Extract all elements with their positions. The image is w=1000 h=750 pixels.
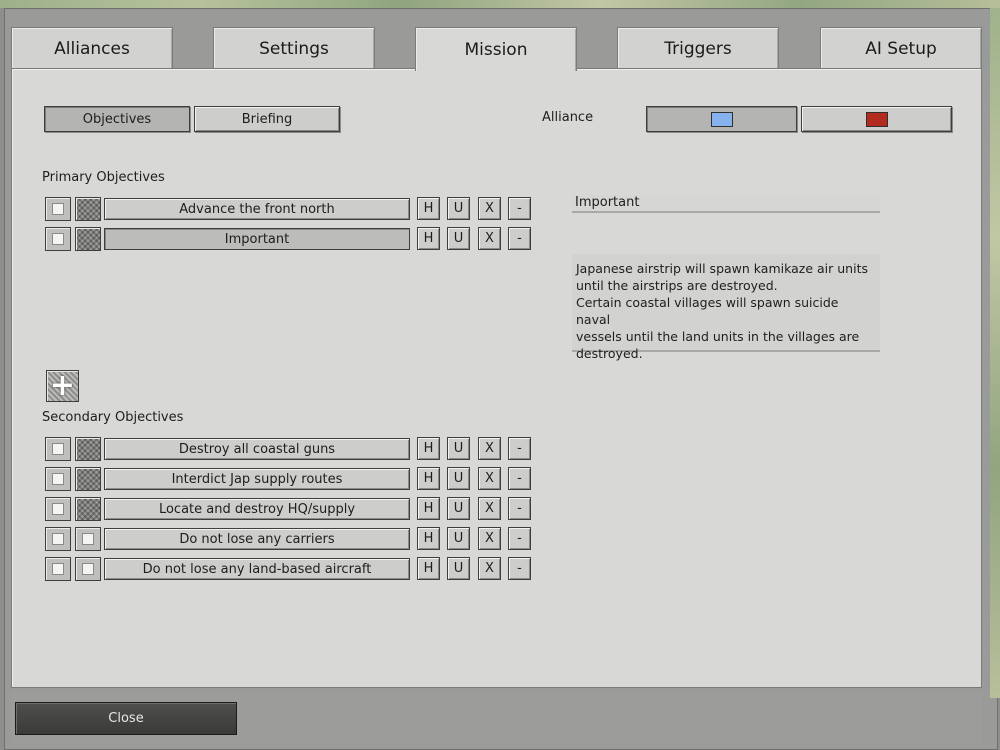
minus-button[interactable]: - [508,467,531,490]
delete-button[interactable]: X [478,527,501,550]
alliance-red-button[interactable] [801,106,952,132]
hidden-toggle-button[interactable]: H [417,497,440,520]
objective-name-field[interactable]: Important [572,195,880,213]
tab-alliances[interactable]: Alliances [11,27,173,69]
hidden-toggle-button[interactable]: H [417,557,440,580]
close-button[interactable]: Close [15,702,237,735]
objective-type-toggle[interactable] [75,437,101,461]
up-button[interactable]: U [447,437,470,460]
minus-button[interactable]: - [508,197,531,220]
up-button[interactable]: U [447,497,470,520]
checkbox-box [52,473,64,485]
checkbox-box [52,443,64,455]
objective-checkbox[interactable] [45,227,71,251]
add-objective-button[interactable]: + [46,370,79,402]
primary-objectives-heading: Primary Objectives [42,170,165,185]
objective-name-button[interactable]: Locate and destroy HQ/supply [104,498,410,520]
up-button[interactable]: U [447,227,470,250]
objective-checkbox[interactable] [45,437,71,461]
description-line: Certain coastal villages will spawn suic… [576,295,839,327]
description-line: until the airstrips are destroyed. [576,278,778,293]
objective-name-button[interactable]: Destroy all coastal guns [104,438,410,460]
delete-button[interactable]: X [478,197,501,220]
secondary-objectives-heading: Secondary Objectives [42,410,184,425]
objective-name-button[interactable]: Do not lose any carriers [104,528,410,550]
minus-button[interactable]: - [508,497,531,520]
description-line: destroyed. [576,346,643,361]
checkbox-box [82,533,94,545]
tab-settings[interactable]: Settings [213,27,375,69]
objective-description-field[interactable]: Japanese airstrip will spawn kamikaze ai… [572,254,880,361]
up-button[interactable]: U [447,197,470,220]
blue-swatch [710,111,733,127]
minus-button[interactable]: - [508,227,531,250]
objective-type-toggle[interactable] [75,557,101,581]
up-button[interactable]: U [447,467,470,490]
checkbox-box [52,503,64,515]
briefing-subtab[interactable]: Briefing [194,106,340,132]
checkbox-box [52,533,64,545]
delete-button[interactable]: X [478,227,501,250]
red-swatch [865,111,888,127]
minus-button[interactable]: - [508,437,531,460]
objective-type-toggle[interactable] [75,527,101,551]
up-button[interactable]: U [447,527,470,550]
objective-name-button[interactable]: Advance the front north [104,198,410,220]
hidden-toggle-button[interactable]: H [417,437,440,460]
objective-checkbox[interactable] [45,557,71,581]
delete-button[interactable]: X [478,437,501,460]
minus-button[interactable]: - [508,557,531,580]
checkbox-box [82,563,94,575]
tab-ai-setup[interactable]: AI Setup [820,27,982,69]
objective-name-button[interactable]: Do not lose any land-based aircraft [104,558,410,580]
objective-type-toggle[interactable] [75,197,101,221]
objective-type-toggle[interactable] [75,467,101,491]
objective-type-toggle[interactable] [75,497,101,521]
map-background-right [990,8,1000,698]
mission-panel [11,68,982,688]
tab-mission[interactable]: Mission [415,27,577,71]
description-line: Japanese airstrip will spawn kamikaze ai… [576,261,868,276]
tab-triggers[interactable]: Triggers [617,27,779,69]
hidden-toggle-button[interactable]: H [417,527,440,550]
objective-checkbox[interactable] [45,497,71,521]
objective-name-button[interactable]: Important [104,228,410,250]
plus-icon: + [49,368,76,403]
delete-button[interactable]: X [478,467,501,490]
alliance-blue-button[interactable] [646,106,797,132]
objective-checkbox[interactable] [45,527,71,551]
delete-button[interactable]: X [478,497,501,520]
checkbox-box [52,563,64,575]
alliance-label: Alliance [542,110,594,125]
objective-checkbox[interactable] [45,467,71,491]
description-line: vessels until the land units in the vill… [576,329,860,344]
up-button[interactable]: U [447,557,470,580]
hidden-toggle-button[interactable]: H [417,227,440,250]
objective-type-toggle[interactable] [75,227,101,251]
objective-checkbox[interactable] [45,197,71,221]
objective-name-button[interactable]: Interdict Jap supply routes [104,468,410,490]
objectives-subtab[interactable]: Objectives [44,106,190,132]
checkbox-box [52,203,64,215]
hidden-toggle-button[interactable]: H [417,467,440,490]
delete-button[interactable]: X [478,557,501,580]
minus-button[interactable]: - [508,527,531,550]
hidden-toggle-button[interactable]: H [417,197,440,220]
map-background-top [0,0,1000,8]
checkbox-box [52,233,64,245]
